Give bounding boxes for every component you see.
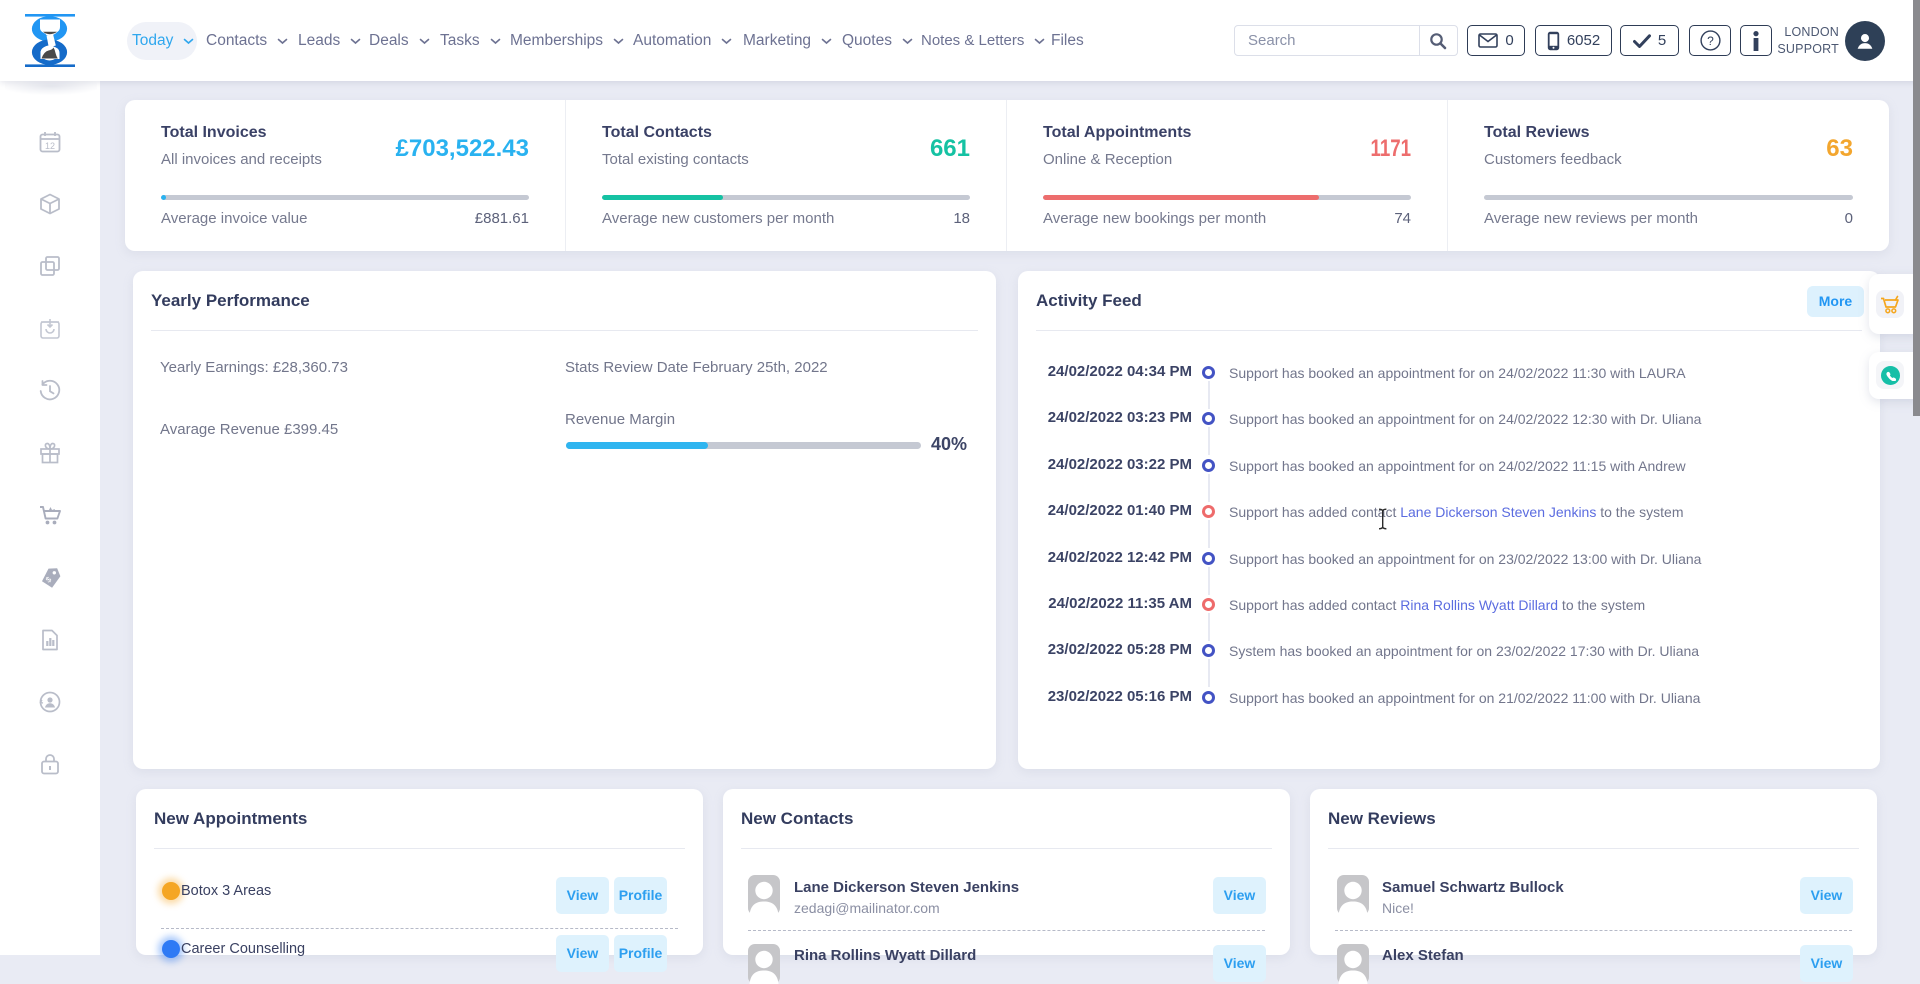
svg-text:12: 12 [45, 141, 55, 151]
svg-text:?: ? [1707, 34, 1714, 48]
